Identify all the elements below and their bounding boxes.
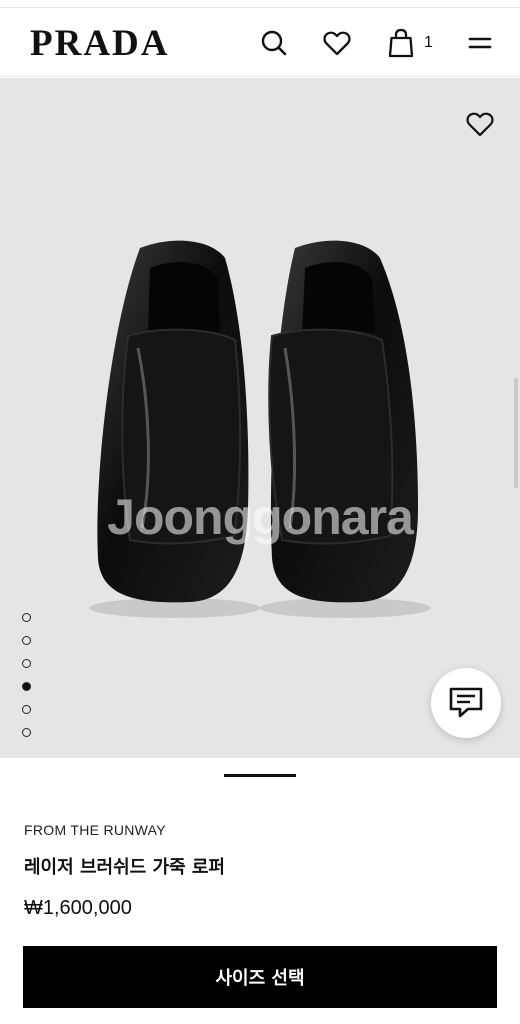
product-image [90, 240, 430, 618]
top-strip [0, 0, 520, 8]
product-collection-label: FROM THE RUNWAY [24, 822, 166, 838]
shopping-bag-icon [388, 28, 414, 58]
watermark-text: Joonggonara [107, 489, 414, 545]
carousel-dot[interactable] [22, 728, 31, 737]
select-size-button[interactable]: 사이즈 선택 [23, 946, 497, 1008]
sheet-drag-handle[interactable] [224, 774, 296, 777]
cart-count: 1 [424, 34, 433, 51]
prada-logo[interactable]: PRADA [30, 21, 169, 67]
search-icon [261, 30, 287, 56]
product-price: ₩1,600,000 [24, 897, 132, 919]
menu-button[interactable] [464, 27, 496, 59]
search-button[interactable] [258, 27, 290, 59]
carousel-dot[interactable] [22, 613, 31, 622]
carousel-dot-active[interactable] [22, 682, 31, 691]
product-image-carousel[interactable]: Joonggonara [0, 78, 520, 758]
chat-button[interactable] [431, 668, 501, 738]
site-header: PRADA 1 [0, 9, 520, 77]
heart-icon [466, 112, 494, 137]
carousel-dot[interactable] [22, 705, 31, 714]
wishlist-button[interactable] [321, 27, 353, 59]
cart-button[interactable] [385, 27, 417, 59]
menu-icon [468, 37, 492, 49]
carousel-indicators [22, 613, 31, 751]
carousel-dot[interactable] [22, 636, 31, 645]
scrollbar[interactable] [514, 378, 518, 488]
add-to-wishlist-button[interactable] [462, 106, 498, 142]
heart-icon [323, 31, 351, 56]
product-title: 레이저 브러쉬드 가죽 로퍼 [24, 857, 225, 878]
carousel-dot[interactable] [22, 659, 31, 668]
chat-icon [449, 687, 483, 718]
